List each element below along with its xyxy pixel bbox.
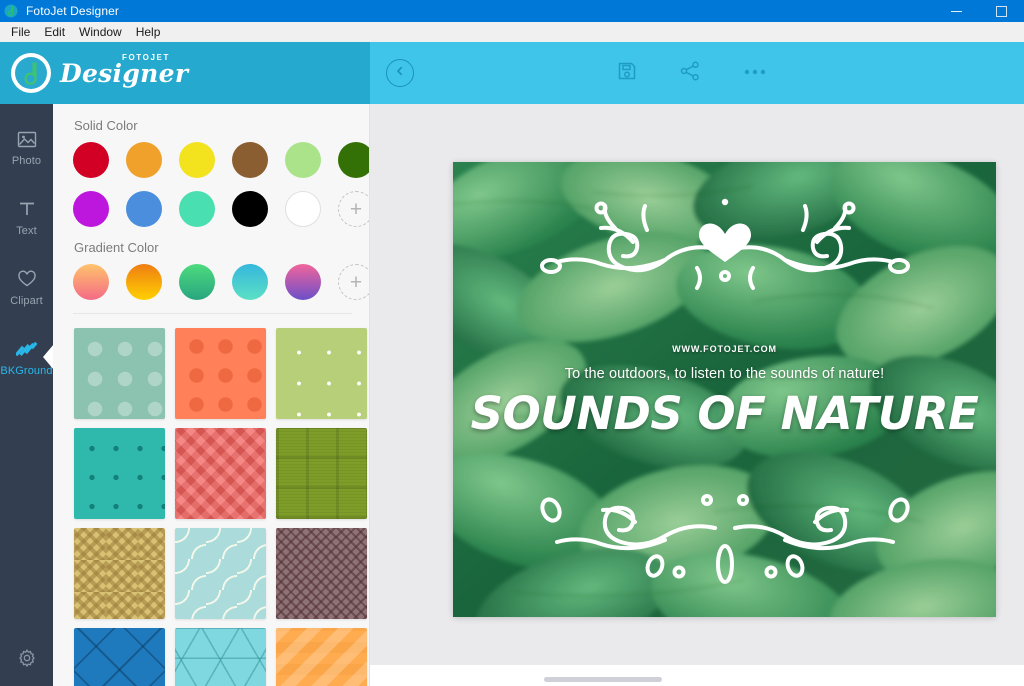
brand-subname: FOTOJET xyxy=(122,53,170,62)
menu-window[interactable]: Window xyxy=(72,23,129,42)
menu-edit[interactable]: Edit xyxy=(37,23,72,42)
floral-flourish-icon xyxy=(515,488,935,589)
brand-name: Designer xyxy=(60,59,189,88)
sidebar-rail: Template Photo Text xyxy=(0,42,54,686)
sidebar-item-text[interactable]: Text xyxy=(0,182,53,252)
more-options-button[interactable] xyxy=(740,58,770,88)
save-button[interactable] xyxy=(612,58,642,88)
pattern-red-basketweave[interactable] xyxy=(175,428,266,519)
back-button[interactable] xyxy=(386,59,414,87)
horizontal-scrollbar[interactable] xyxy=(544,677,662,682)
swatch-crimson[interactable] xyxy=(73,142,109,178)
pattern-aqua-triangles[interactable] xyxy=(175,628,266,686)
canvas-tagline[interactable]: To the outdoors, to listen to the sounds… xyxy=(453,366,996,382)
add-solid-color-button[interactable]: + xyxy=(338,191,369,227)
swatch-orange[interactable] xyxy=(126,142,162,178)
swatch-white[interactable] xyxy=(285,191,321,227)
maximize-button[interactable] xyxy=(979,0,1024,22)
swatch-yellow[interactable] xyxy=(179,142,215,178)
pattern-tan-diamond[interactable] xyxy=(74,528,165,619)
settings-button[interactable] xyxy=(0,640,53,680)
minimize-icon xyxy=(951,10,962,12)
swatch-mint[interactable] xyxy=(179,191,215,227)
share-nodes-icon xyxy=(679,60,701,87)
editor-workspace: WWW.FOTOJET.COM To the outdoors, to list… xyxy=(370,104,1024,665)
sidebar-item-clipart[interactable]: Clipart xyxy=(0,252,53,322)
more-dots-icon xyxy=(743,64,767,82)
pattern-sage-dots[interactable] xyxy=(74,328,165,419)
gradient-cyan-aqua[interactable] xyxy=(232,264,268,300)
swatch-lightgreen[interactable] xyxy=(285,142,321,178)
design-canvas[interactable]: WWW.FOTOJET.COM To the outdoors, to list… xyxy=(453,162,996,617)
canvas-url-text[interactable]: WWW.FOTOJET.COM xyxy=(453,344,996,354)
pattern-green-plaid[interactable] xyxy=(276,428,367,519)
editor-toolbar xyxy=(370,42,1024,104)
share-button[interactable] xyxy=(675,58,705,88)
sidebar-item-label: Text xyxy=(16,224,37,237)
solid-color-row-2: + xyxy=(73,191,369,227)
solid-color-heading: Solid Color xyxy=(74,118,138,133)
menubar: File Edit Window Help xyxy=(0,22,1024,42)
pattern-olive-pindots[interactable] xyxy=(276,328,367,419)
photo-image-icon xyxy=(16,128,38,150)
minimize-button[interactable] xyxy=(934,0,979,22)
sidebar-item-label: Clipart xyxy=(10,294,43,307)
gradient-pink-purple[interactable] xyxy=(285,264,321,300)
swatch-magenta[interactable] xyxy=(73,191,109,227)
text-T-icon xyxy=(16,198,38,220)
swatch-black[interactable] xyxy=(232,191,268,227)
panel-divider xyxy=(73,313,352,314)
window-title: FotoJet Designer xyxy=(26,4,119,18)
canvas-headline[interactable]: SOUNDS OF NATURE xyxy=(453,386,996,442)
pattern-teal-pindots[interactable] xyxy=(74,428,165,519)
fotojet-d-icon xyxy=(0,0,22,22)
pattern-grid xyxy=(73,328,367,686)
pattern-blue-lattice[interactable] xyxy=(74,628,165,686)
chevron-left-circle-icon xyxy=(394,64,406,82)
floral-flourish-heart-icon xyxy=(515,190,935,305)
solid-color-row-1 xyxy=(73,142,369,178)
gradient-green-teal[interactable] xyxy=(179,264,215,300)
background-hatch-icon xyxy=(15,338,38,360)
heart-clipart-icon xyxy=(16,268,38,290)
background-panel: Solid Color + Gradient Color + xyxy=(53,104,370,686)
fotojet-circle-logo xyxy=(11,53,51,93)
gradient-color-row: + xyxy=(73,264,369,300)
gradient-peach-pink[interactable] xyxy=(73,264,109,300)
bottom-bar xyxy=(370,665,1024,686)
pattern-mauve-diamond[interactable] xyxy=(276,528,367,619)
sidebar-item-label: Photo xyxy=(11,154,42,167)
gear-icon xyxy=(17,648,37,673)
save-disk-icon xyxy=(616,60,638,87)
maximize-icon xyxy=(996,5,1007,17)
menu-help[interactable]: Help xyxy=(129,23,168,42)
pattern-ice-quatrefoil[interactable] xyxy=(175,528,266,619)
window-titlebar: FotoJet Designer xyxy=(0,0,1024,22)
sidebar-item-bkground[interactable]: BKGround xyxy=(0,322,54,392)
swatch-brown[interactable] xyxy=(232,142,268,178)
gradient-orange-gold[interactable] xyxy=(126,264,162,300)
sidebar-item-photo[interactable]: Photo xyxy=(0,112,53,182)
swatch-blue[interactable] xyxy=(126,191,162,227)
add-gradient-color-button[interactable]: + xyxy=(338,264,369,300)
gradient-color-heading: Gradient Color xyxy=(74,240,159,255)
pattern-coral-dots[interactable] xyxy=(175,328,266,419)
swatch-darkgreen[interactable] xyxy=(338,142,369,178)
brand-header: Designer FOTOJET xyxy=(0,42,370,104)
pattern-amber-zigzag[interactable] xyxy=(276,628,367,686)
menu-file[interactable]: File xyxy=(4,23,37,42)
